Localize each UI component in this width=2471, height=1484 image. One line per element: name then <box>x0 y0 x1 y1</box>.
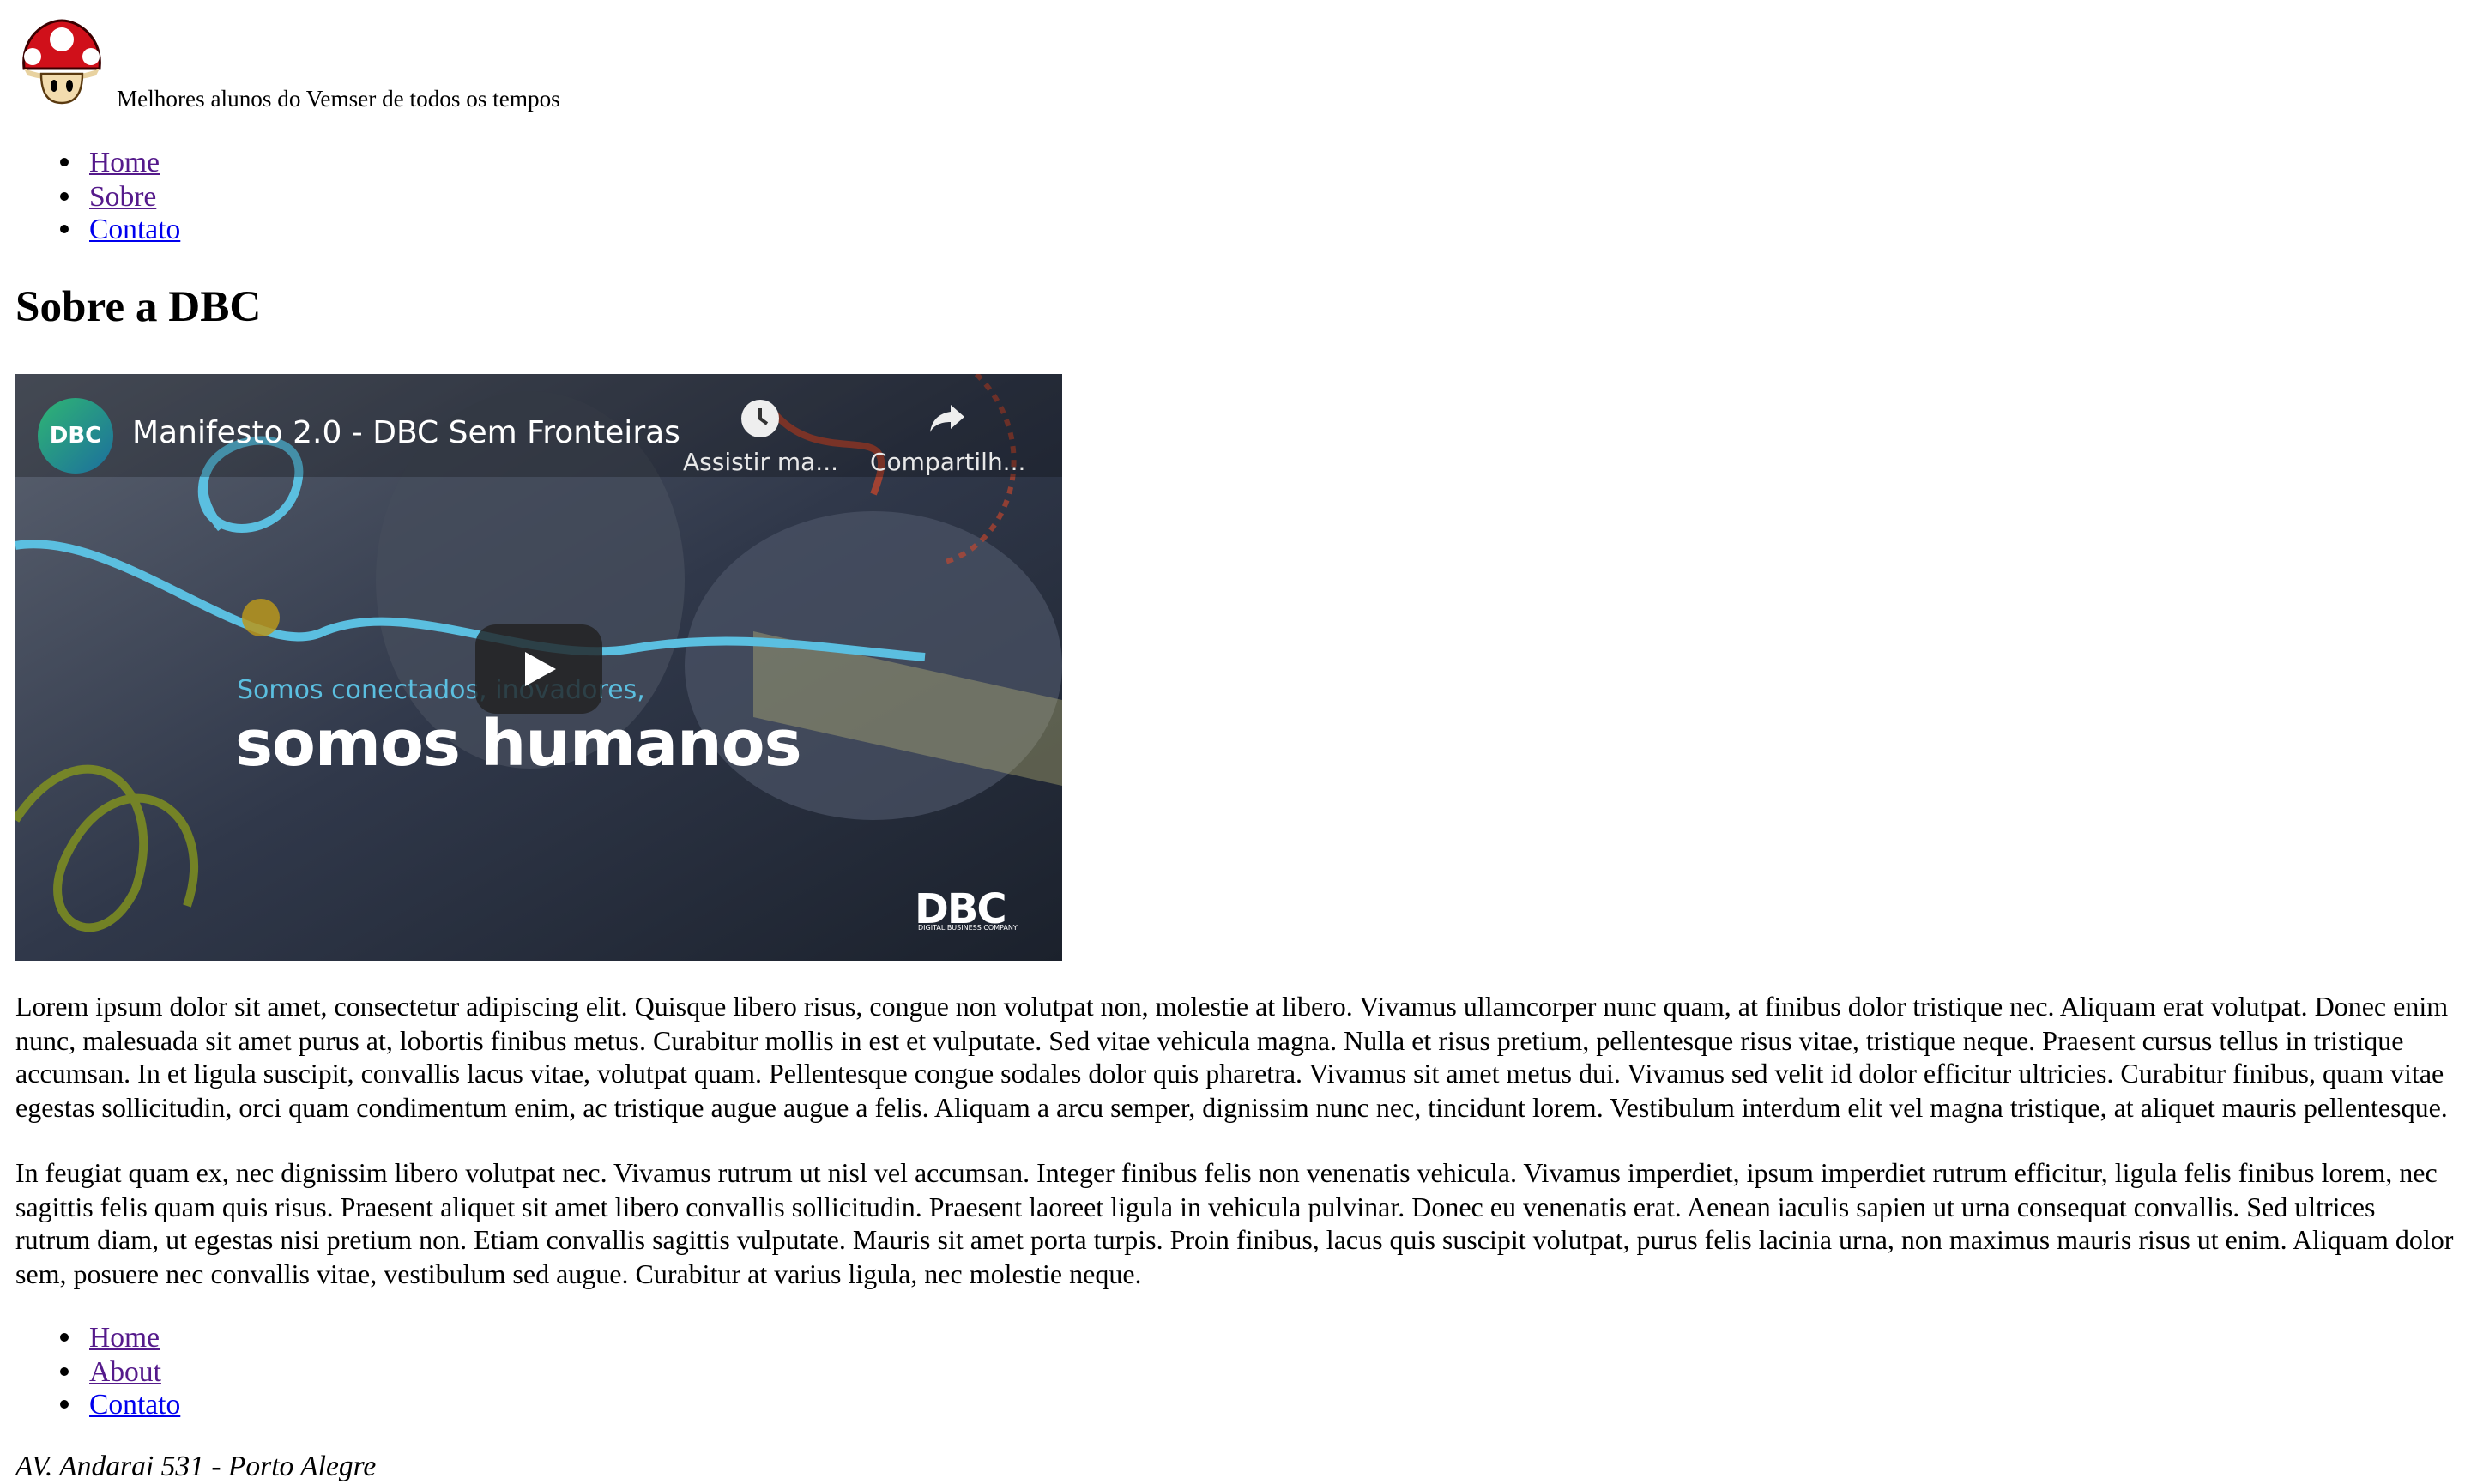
body-paragraph-1: Lorem ipsum dolor sit amet, consectetur … <box>15 993 2449 1123</box>
footer-address: AV. Andarai 531 - Porto Alegre <box>15 1450 377 1482</box>
nav-item-sobre: Sobre <box>89 179 180 213</box>
video-embed[interactable]: DBC Manifesto 2.0 - DBC Sem Fronteiras A… <box>15 374 1062 961</box>
footer-nav-item-about: About <box>89 1354 180 1388</box>
share-button[interactable]: Compartilh... <box>870 398 1025 477</box>
nav-item-home: Home <box>89 146 180 179</box>
nav-link-home[interactable]: Home <box>89 146 160 178</box>
site-tagline: Melhores alunos do Vemser de todos os te… <box>117 86 560 112</box>
footer-nav-item-contato: Contato <box>89 1388 180 1421</box>
page-title: Sobre a DBC <box>15 281 262 331</box>
share-icon <box>930 405 965 432</box>
nav-link-contato[interactable]: Contato <box>89 213 180 245</box>
share-label: Compartilh... <box>870 449 1026 477</box>
body-paragraph-2: In feugiat quam ex, nec dignissim libero… <box>15 1160 2454 1289</box>
channel-avatar[interactable]: DBC <box>38 398 113 474</box>
footer-nav-item-home: Home <box>89 1321 180 1354</box>
dbc-watermark-subtitle: DIGITAL BUSINESS COMPANY <box>918 923 1018 932</box>
footer-nav-link-contato[interactable]: Contato <box>89 1388 180 1421</box>
mushroom-logo-icon <box>22 19 101 105</box>
clock-icon <box>741 400 780 437</box>
watch-later-button[interactable]: Assistir ma... <box>683 398 838 477</box>
play-button[interactable] <box>475 624 602 714</box>
footer-navigation: Home About Contato <box>0 1321 180 1422</box>
video-overlay-headline: somos humanos <box>235 707 802 781</box>
footer-nav-link-about[interactable]: About <box>89 1354 161 1387</box>
video-title[interactable]: Manifesto 2.0 - DBC Sem Fronteiras <box>132 415 680 451</box>
top-navigation: Home Sobre Contato <box>0 146 180 247</box>
play-icon <box>525 652 556 686</box>
footer-nav-link-home[interactable]: Home <box>89 1321 160 1354</box>
nav-link-sobre[interactable]: Sobre <box>89 179 156 212</box>
watch-later-label: Assistir ma... <box>683 449 839 477</box>
nav-item-contato: Contato <box>89 213 180 246</box>
